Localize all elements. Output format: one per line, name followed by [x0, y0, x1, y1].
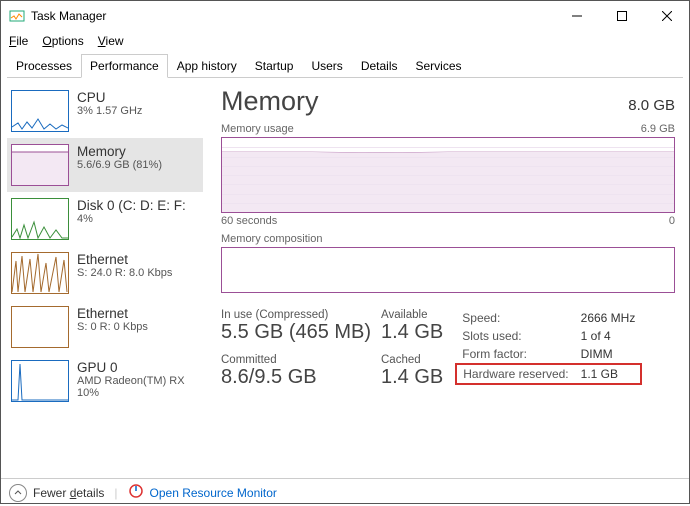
- form-label: Form factor:: [456, 345, 574, 364]
- sidebar-item-ethernet-2[interactable]: EthernetS: 0 R: 0 Kbps: [7, 300, 203, 354]
- chevron-up-icon: [9, 484, 27, 502]
- detail-pane: Memory 8.0 GB Memory usage 6.9 GB 60 sec…: [203, 78, 689, 478]
- sidebar-item-label: Memory: [77, 144, 162, 159]
- sidebar-item-label: CPU: [77, 90, 142, 105]
- sidebar-item-label: GPU 0: [77, 360, 185, 375]
- app-icon: [9, 8, 25, 24]
- footer: Fewer details | Open Resource Monitor: [1, 478, 689, 506]
- memory-total: 8.0 GB: [628, 97, 675, 114]
- form-value: DIMM: [575, 345, 642, 364]
- hw-reserved-label: Hardware reserved:: [456, 364, 574, 384]
- memory-specs-table: Speed:2666 MHz Slots used:1 of 4 Form fa…: [455, 309, 642, 385]
- cached-label: Cached: [381, 354, 443, 366]
- sidebar-item-cpu[interactable]: CPU3% 1.57 GHz: [7, 84, 203, 138]
- minimize-button[interactable]: [554, 1, 599, 31]
- titlebar: Task Manager: [1, 1, 689, 31]
- resource-monitor-icon: [128, 483, 144, 502]
- window-title: Task Manager: [31, 9, 554, 23]
- menu-file[interactable]: File: [9, 34, 28, 48]
- disk-thumb: [11, 198, 69, 240]
- slots-label: Slots used:: [456, 327, 574, 345]
- sidebar-item-sub: S: 0 R: 0 Kbps: [77, 321, 148, 333]
- usage-label: Memory usage: [221, 123, 294, 135]
- sidebar: CPU3% 1.57 GHz Memory5.6/6.9 GB (81%) Di…: [1, 78, 203, 478]
- comp-label: Memory composition: [221, 233, 675, 245]
- sidebar-item-label: Disk 0 (C: D: E: F:: [77, 198, 186, 213]
- sidebar-item-label: Ethernet: [77, 306, 148, 321]
- usage-max: 6.9 GB: [641, 123, 675, 135]
- tab-performance[interactable]: Performance: [81, 54, 168, 78]
- tab-app-history[interactable]: App history: [168, 54, 246, 78]
- x-left: 60 seconds: [221, 215, 277, 227]
- tab-processes[interactable]: Processes: [7, 54, 81, 78]
- tab-users[interactable]: Users: [302, 54, 351, 78]
- sidebar-item-sub: 4%: [77, 213, 186, 225]
- hw-reserved-value: 1.1 GB: [575, 364, 642, 384]
- menu-options[interactable]: Options: [42, 34, 83, 48]
- sidebar-item-sub: 3% 1.57 GHz: [77, 105, 142, 117]
- maximize-button[interactable]: [599, 1, 644, 31]
- ethernet-thumb: [11, 252, 69, 294]
- cached-value: 1.4 GB: [381, 366, 443, 389]
- committed-label: Committed: [221, 354, 363, 366]
- fewer-details-button[interactable]: Fewer details: [9, 484, 104, 502]
- sidebar-item-sub: S: 24.0 R: 8.0 Kbps: [77, 267, 172, 279]
- sidebar-item-ethernet-1[interactable]: EthernetS: 24.0 R: 8.0 Kbps: [7, 246, 203, 300]
- sidebar-item-sub: AMD Radeon(TM) RX 10%: [77, 375, 185, 399]
- slots-value: 1 of 4: [575, 327, 642, 345]
- page-title: Memory: [221, 86, 319, 117]
- gpu-thumb: [11, 360, 69, 402]
- sidebar-item-memory[interactable]: Memory5.6/6.9 GB (81%): [7, 138, 203, 192]
- memory-thumb: [11, 144, 69, 186]
- sidebar-item-label: Ethernet: [77, 252, 172, 267]
- committed-value: 8.6/9.5 GB: [221, 366, 363, 389]
- tab-startup[interactable]: Startup: [246, 54, 303, 78]
- sidebar-item-disk[interactable]: Disk 0 (C: D: E: F:4%: [7, 192, 203, 246]
- in-use-label: In use (Compressed): [221, 309, 363, 321]
- divider: |: [114, 486, 117, 500]
- available-label: Available: [381, 309, 443, 321]
- speed-label: Speed:: [456, 309, 574, 327]
- in-use-value: 5.5 GB (465 MB): [221, 321, 363, 344]
- menubar: File Options View: [1, 31, 689, 51]
- speed-value: 2666 MHz: [575, 309, 642, 327]
- ethernet-thumb: [11, 306, 69, 348]
- x-right: 0: [669, 215, 675, 227]
- memory-composition-graph: [221, 247, 675, 293]
- close-button[interactable]: [644, 1, 689, 31]
- available-value: 1.4 GB: [381, 321, 443, 344]
- cpu-thumb: [11, 90, 69, 132]
- tab-details[interactable]: Details: [352, 54, 407, 78]
- tab-services[interactable]: Services: [407, 54, 471, 78]
- open-resource-monitor-link[interactable]: Open Resource Monitor: [128, 483, 277, 502]
- sidebar-item-sub: 5.6/6.9 GB (81%): [77, 159, 162, 171]
- menu-view[interactable]: View: [98, 34, 124, 48]
- sidebar-item-gpu[interactable]: GPU 0AMD Radeon(TM) RX 10%: [7, 354, 203, 408]
- memory-usage-graph: [221, 137, 675, 213]
- tab-bar: Processes Performance App history Startu…: [7, 53, 683, 78]
